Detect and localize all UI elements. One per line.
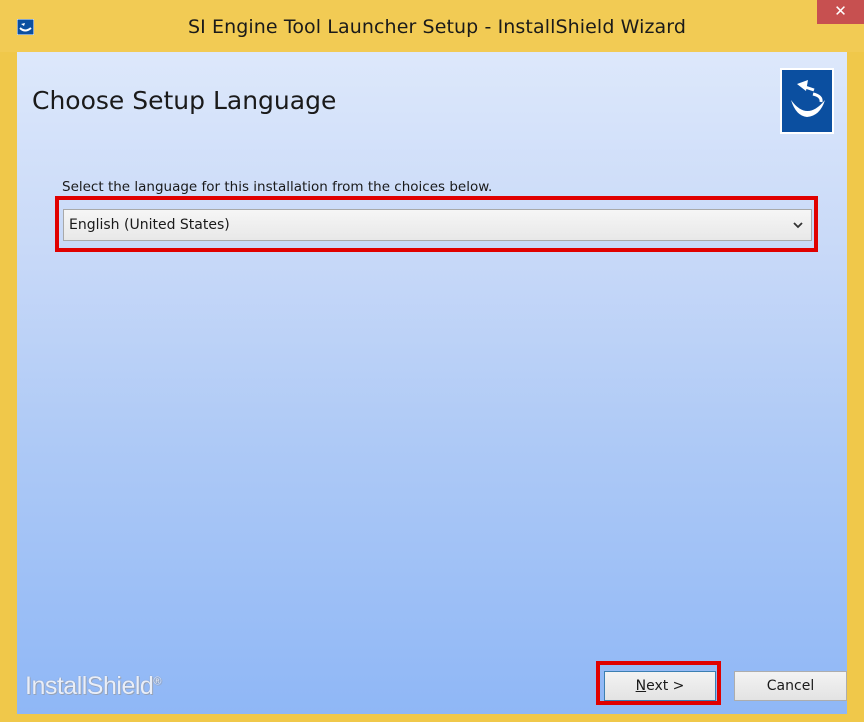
window-title: SI Engine Tool Launcher Setup - InstallS… bbox=[187, 16, 687, 38]
language-prompt: Select the language for this installatio… bbox=[62, 179, 493, 195]
page-title: Choose Setup Language bbox=[32, 86, 337, 115]
next-button-label: ext > bbox=[646, 678, 685, 694]
logo-graphic bbox=[791, 80, 825, 117]
next-button[interactable]: Next > bbox=[604, 671, 716, 701]
cancel-button[interactable]: Cancel bbox=[734, 671, 847, 701]
language-select-value: English (United States) bbox=[69, 217, 230, 233]
setup-window: SI Engine Tool Launcher Setup - InstallS… bbox=[0, 0, 864, 722]
brand-registered-mark: ® bbox=[153, 675, 161, 688]
installshield-logo-icon bbox=[780, 68, 834, 134]
close-button[interactable]: ✕ bbox=[817, 0, 864, 24]
language-select[interactable]: English (United States) bbox=[63, 209, 812, 241]
title-bar[interactable]: SI Engine Tool Launcher Setup - InstallS… bbox=[0, 0, 864, 52]
installshield-brand: InstallShield® bbox=[25, 672, 161, 701]
next-mnemonic: N bbox=[635, 678, 647, 694]
wizard-panel: Choose Setup Language Select the languag… bbox=[17, 52, 847, 714]
chevron-down-icon bbox=[793, 222, 803, 229]
close-icon: ✕ bbox=[834, 2, 847, 20]
brand-text: InstallShield bbox=[25, 672, 154, 700]
